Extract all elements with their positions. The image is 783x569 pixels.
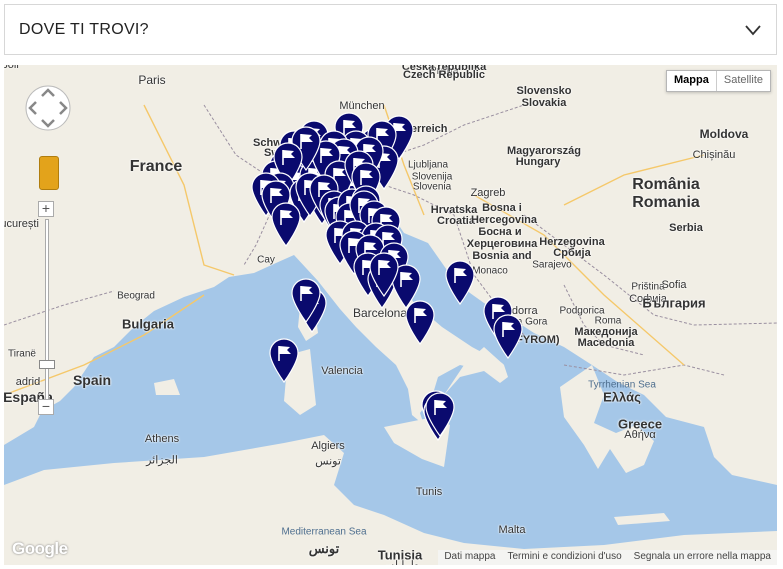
place-label: Czech Republic	[403, 69, 485, 81]
place-label: Србија	[553, 247, 591, 259]
place-label: Croatia	[437, 215, 475, 227]
place-label: Valencia	[321, 365, 363, 377]
pan-arrows-icon	[25, 85, 71, 131]
place-label: تونس	[315, 455, 341, 468]
map-type-satellite-button[interactable]: Satellite	[715, 71, 770, 91]
place-label: Tripoli	[4, 65, 19, 71]
place-label: adrid	[15, 376, 41, 388]
place-label: Moldova	[699, 127, 749, 141]
zoom-slider[interactable]	[39, 219, 55, 405]
place-label: Slovensko	[516, 85, 572, 97]
place-label: Athens	[144, 433, 180, 445]
place-label: Tunis	[415, 486, 443, 498]
google-logo: Google	[12, 539, 68, 558]
place-label: Sarajevo	[532, 259, 572, 271]
place-label: Sofia	[661, 279, 687, 291]
location-marker-icon[interactable]	[268, 337, 300, 383]
place-label: București	[4, 218, 39, 230]
place-label: Romania	[632, 194, 700, 211]
place-label: Algiers	[311, 440, 345, 452]
place-label: Hercegovina	[470, 214, 538, 226]
location-marker-icon[interactable]	[444, 259, 476, 305]
location-marker-icon[interactable]	[424, 391, 456, 437]
place-label: България	[642, 295, 706, 311]
place-label: Spain	[72, 372, 112, 388]
place-label: Ελλάς	[603, 389, 641, 405]
attribution-data-link[interactable]: Dati mappa	[438, 550, 501, 565]
attribution-report-link[interactable]: Segnala un errore nella mappa	[628, 550, 777, 565]
zoom-out-button[interactable]: −	[38, 399, 54, 415]
place-label: Slovakia	[521, 97, 567, 109]
place-label: تونس	[308, 541, 340, 556]
place-label: Chișinău	[692, 149, 736, 161]
place-label: Serbia	[669, 222, 703, 234]
map-view[interactable]: Praha Česká republika Czech Republic Paris S…	[4, 65, 777, 565]
place-label: Zagreb	[470, 187, 506, 199]
place-label: Bosna i	[482, 202, 522, 214]
zoom-slider-thumb[interactable]	[39, 360, 55, 369]
zoom-in-button[interactable]: +	[38, 201, 54, 217]
place-label: Босна и	[478, 226, 522, 238]
place-label: Malta	[498, 524, 526, 536]
place-label: Slovenia	[412, 181, 452, 193]
place-label: France	[129, 158, 183, 175]
chevron-down-icon[interactable]	[744, 23, 762, 37]
place-label: Mediterranean Sea	[281, 526, 367, 538]
map-type-map-button[interactable]: Mappa	[667, 71, 716, 91]
place-label: Cay	[257, 254, 275, 266]
place-label: Bosnia and	[472, 250, 532, 262]
place-label: Херцеговина	[466, 238, 538, 250]
place-label: Macedonia	[577, 337, 635, 349]
place-label: Paris	[138, 73, 166, 87]
place-label: Tiranë	[8, 348, 36, 360]
map-attribution: Dati mappa Termini e condizioni d'uso Se…	[438, 550, 777, 565]
place-label: Ljubljana	[407, 159, 449, 171]
map-type-control: Mappa Satellite	[666, 70, 771, 92]
place-label: Roma	[594, 315, 622, 327]
location-selector-label: DOVE TI TROVI?	[19, 21, 149, 38]
street-view-pegman-icon[interactable]	[39, 156, 59, 190]
place-label: Monaco	[472, 265, 508, 277]
location-marker-icon[interactable]	[492, 313, 524, 359]
place-label: Hungary	[515, 156, 561, 168]
place-label: România	[632, 176, 700, 193]
place-label: الجزائر	[146, 454, 178, 467]
location-marker-icon[interactable]	[404, 299, 436, 345]
location-marker-icon[interactable]	[290, 277, 322, 323]
pan-control[interactable]	[23, 83, 73, 133]
location-selector[interactable]: DOVE TI TROVI?	[4, 4, 777, 55]
place-label: Bulgaria	[121, 316, 175, 332]
place-label: طرابلس	[381, 559, 420, 566]
place-label: Priština	[631, 281, 665, 293]
place-label: Αθήνα	[624, 429, 656, 441]
attribution-terms-link[interactable]: Termini e condizioni d'uso	[501, 550, 627, 565]
location-marker-icon[interactable]	[368, 251, 400, 297]
place-label: Beograd	[117, 290, 155, 302]
